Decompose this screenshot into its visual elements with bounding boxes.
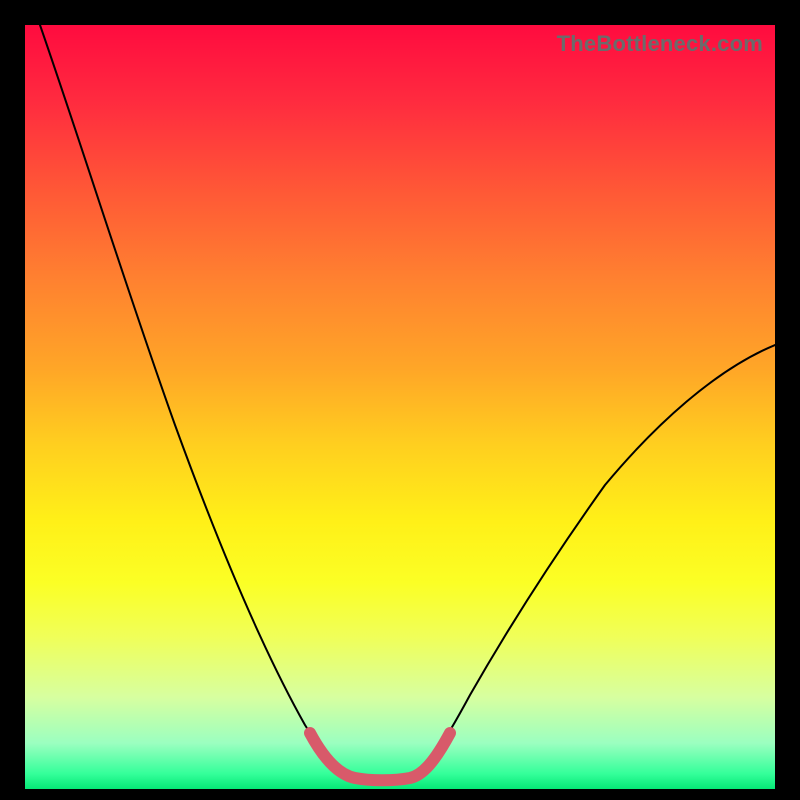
bottleneck-curve-path: [40, 25, 775, 780]
bottleneck-highlight-path: [310, 733, 450, 780]
chart-svg: [25, 25, 775, 789]
chart-frame: TheBottleneck.com: [25, 25, 775, 789]
